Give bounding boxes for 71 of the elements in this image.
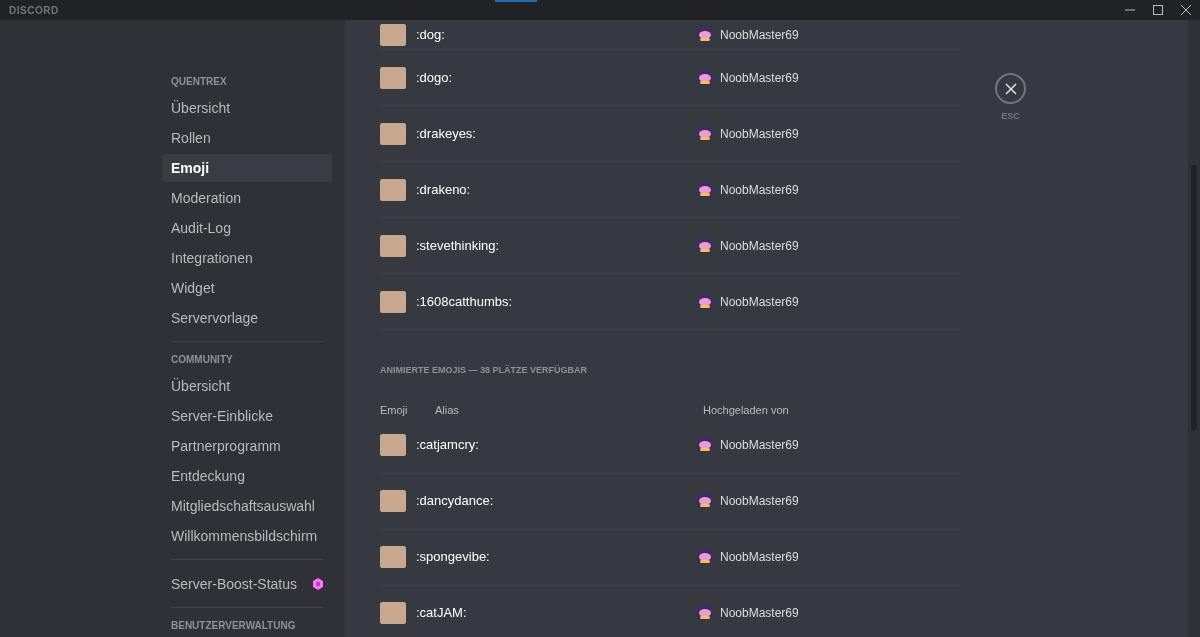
emoji-alias: :stevethinking: xyxy=(416,236,501,255)
emoji-alias: :drakeyes: xyxy=(416,124,477,143)
sidebar-item[interactable]: Übersicht xyxy=(162,94,332,122)
uploader-name: NoobMaster69 xyxy=(720,437,799,454)
uploader-name: NoobMaster69 xyxy=(720,237,799,255)
emoji-image xyxy=(380,602,406,624)
close-icon xyxy=(1181,5,1191,15)
accent-bar xyxy=(495,0,537,2)
emoji-image xyxy=(380,290,406,313)
uploader-name: NoobMaster69 xyxy=(720,125,799,143)
avatar-icon xyxy=(697,293,713,310)
sidebar-item[interactable]: Server-Boost-Status xyxy=(162,570,332,598)
app-logo: DISCORD xyxy=(9,3,59,18)
gem-icon xyxy=(313,578,323,590)
sidebar-item[interactable]: Moderation xyxy=(162,184,332,212)
maximize-icon xyxy=(1153,5,1163,15)
emoji-image xyxy=(380,490,406,512)
section-header: COMMUNITY xyxy=(170,353,234,367)
sidebar-item[interactable]: Server-Einblicke xyxy=(162,402,332,430)
avatar-icon xyxy=(697,493,713,509)
avatar-icon xyxy=(697,125,713,142)
emoji-alias: :dogo: xyxy=(416,68,454,87)
sidebar-item[interactable]: Emoji xyxy=(162,154,332,182)
sidebar-item[interactable]: Willkommensbildschirm xyxy=(162,522,332,550)
avatar-icon xyxy=(697,69,713,86)
esc-label: ESC xyxy=(1001,110,1020,123)
emoji-image xyxy=(380,66,406,89)
sidebar-item[interactable]: Widget xyxy=(162,274,332,302)
emoji-alias: :dog: xyxy=(416,25,446,44)
emoji-alias: :spongevibe: xyxy=(416,548,491,567)
uploader-name: NoobMaster69 xyxy=(720,605,799,622)
uploader-name: NoobMaster69 xyxy=(720,26,799,44)
section-header: QUENTREX xyxy=(170,75,228,89)
column-header: Hochgeladen von xyxy=(703,402,789,418)
section-header: BENUTZERVERWALTUNG xyxy=(170,619,297,633)
sidebar-item-label: Server-Boost-Status xyxy=(171,574,298,594)
uploader-name: NoobMaster69 xyxy=(720,549,799,566)
sidebar-item[interactable]: Mitgliedschaftsauswahl xyxy=(162,492,332,520)
sidebar-item[interactable]: Entdeckung xyxy=(162,462,332,490)
sidebar-item[interactable]: Audit-Log xyxy=(162,214,332,242)
emoji-alias: :catJAM: xyxy=(416,604,468,623)
emoji-image xyxy=(380,23,406,46)
avatar-icon xyxy=(697,237,713,254)
sidebar-item[interactable]: Rollen xyxy=(162,124,332,152)
close-button[interactable] xyxy=(995,73,1026,104)
sidebar-item[interactable]: Servervorlage xyxy=(162,304,332,332)
avatar-icon xyxy=(697,605,713,621)
avatar-icon xyxy=(697,549,713,565)
emoji-alias: :1608catthumbs: xyxy=(416,292,514,311)
emoji-alias: :dancydance: xyxy=(416,492,495,511)
uploader-name: NoobMaster69 xyxy=(720,69,799,87)
emoji-image xyxy=(380,546,406,568)
emoji-image xyxy=(380,234,406,257)
column-header: Alias xyxy=(435,402,460,418)
emoji-image xyxy=(380,178,406,201)
column-header: Emoji xyxy=(380,402,409,418)
avatar-icon xyxy=(697,181,713,198)
uploader-name: NoobMaster69 xyxy=(720,181,799,199)
emoji-image xyxy=(380,122,406,145)
emoji-image xyxy=(380,434,406,456)
uploader-name: NoobMaster69 xyxy=(720,493,799,510)
emoji-alias: :drakeno: xyxy=(416,180,472,199)
avatar-icon xyxy=(697,437,713,453)
sidebar-item[interactable]: Partnerprogramm xyxy=(162,432,332,460)
section-header: ANIMIERTE EMOJIS — 38 PLÄTZE VERFÜGBAR xyxy=(380,364,589,377)
sidebar-item[interactable]: Übersicht xyxy=(162,372,332,400)
sidebar-item[interactable]: Integrationen xyxy=(162,244,332,272)
uploader-name: NoobMaster69 xyxy=(720,293,799,311)
avatar-icon xyxy=(697,26,713,43)
emoji-alias: :catjamcry: xyxy=(416,436,480,455)
close-icon xyxy=(1004,82,1017,95)
